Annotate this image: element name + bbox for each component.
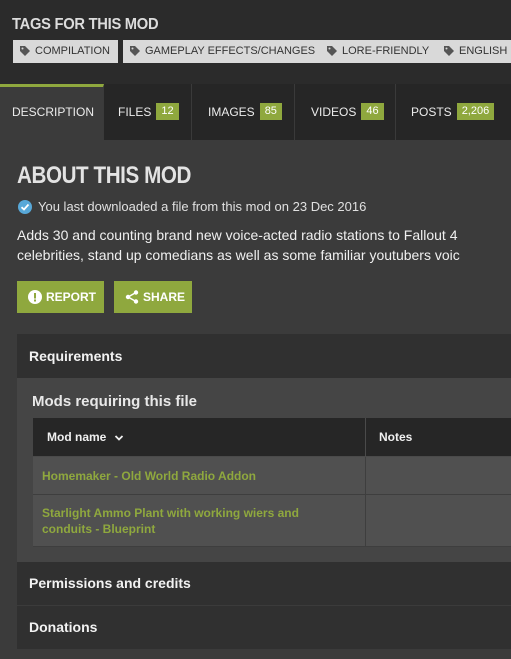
tag-english[interactable]: ENGLISH: [437, 40, 511, 63]
tag-icon: [130, 46, 140, 56]
report-label: REPORT: [46, 290, 97, 304]
mod-link[interactable]: Starlight Ammo Plant with working wiers …: [33, 495, 342, 537]
col-notes: Notes: [379, 430, 413, 444]
requiring-mods-table: Mod name Notes Homemaker - Old World Rad…: [33, 418, 511, 547]
tag-gameplay-effects[interactable]: GAMEPLAY EFFECTS/CHANGES: [123, 40, 324, 63]
mod-link-text: Homemaker - Old World Radio Addon: [42, 469, 257, 483]
tab-description[interactable]: DESCRIPTION: [0, 84, 104, 140]
mod-tabs: DESCRIPTION FILES 12 IMAGES 85 VIDEOS 46 PO…: [0, 84, 511, 140]
tab-label: FILES: [118, 105, 152, 119]
tab-files[interactable]: FILES 12: [104, 84, 192, 140]
tab-label: DESCRIPTION: [12, 105, 95, 119]
share-button[interactable]: SHARE: [114, 281, 192, 313]
report-button[interactable]: REPORT: [17, 281, 104, 313]
tag-label: LORE-FRIENDLY: [342, 45, 430, 57]
permissions-toggle[interactable]: Permissions and credits: [17, 562, 511, 605]
tab-images[interactable]: IMAGES 85: [192, 84, 295, 140]
tag-label: GAMEPLAY EFFECTS/CHANGES: [145, 45, 316, 57]
tag-icon: [444, 46, 454, 56]
alert-icon: [28, 290, 42, 304]
page-title: ABOUT THIS MOD: [17, 162, 192, 189]
col-mod-name[interactable]: Mod name: [47, 418, 124, 456]
column-divider: [365, 495, 366, 546]
share-label: SHARE: [143, 290, 186, 304]
table-row: Starlight Ammo Plant with working wiers …: [33, 495, 511, 547]
tag-compilation[interactable]: COMPILATION: [13, 40, 118, 63]
tag-label: COMPILATION: [35, 45, 110, 57]
tag-icon: [20, 46, 30, 56]
donations-toggle[interactable]: Donations: [17, 606, 511, 649]
check-icon: [18, 199, 32, 214]
download-status: You last downloaded a file from this mod…: [18, 199, 366, 215]
tab-label: VIDEOS: [311, 105, 357, 119]
requirements-toggle[interactable]: Requirements: [17, 334, 511, 378]
column-divider: [365, 457, 366, 494]
download-status-text: You last downloaded a file from this mod…: [38, 199, 367, 214]
tab-label: IMAGES: [208, 105, 255, 119]
tag-icon: [327, 46, 337, 56]
chevron-down-icon: [114, 435, 123, 441]
table-header: Mod name Notes: [33, 418, 511, 457]
mods-requiring-heading: Mods requiring this file: [32, 393, 198, 410]
mod-link-text: conduits - Blueprint: [42, 522, 156, 536]
tag-label: ENGLISH: [459, 45, 508, 57]
tag-lore-friendly[interactable]: LORE-FRIENDLY: [320, 40, 438, 63]
share-icon: [125, 290, 139, 304]
column-divider: [365, 418, 366, 456]
col-mod-name-label: Mod name: [47, 430, 107, 444]
mod-description: Adds 30 and counting brand new voice-act…: [17, 225, 511, 265]
posts-count-badge: 2,206: [456, 103, 495, 121]
mod-link[interactable]: Homemaker - Old World Radio Addon: [33, 457, 342, 484]
description-line: celebrities, stand up comedians as well …: [17, 247, 460, 263]
table-row: Homemaker - Old World Radio Addon: [33, 457, 511, 495]
files-count-badge: 12: [156, 103, 179, 121]
mod-link-text: Starlight Ammo Plant with working wiers …: [42, 506, 299, 520]
tags-title: TAGS FOR THIS MOD: [12, 16, 159, 33]
images-count-badge: 85: [259, 103, 282, 121]
description-line: Adds 30 and counting brand new voice-act…: [17, 227, 458, 243]
videos-count-badge: 46: [361, 103, 384, 121]
tab-label: POSTS: [411, 105, 452, 119]
tab-videos[interactable]: VIDEOS 46: [295, 84, 396, 140]
tags-header: TAGS FOR THIS MOD COMPILATION GAMEPLAY E…: [0, 0, 511, 84]
main-content: ABOUT THIS MOD You last downloaded a fil…: [0, 140, 511, 659]
requirements-panel: Requirements Mods requiring this file Mo…: [17, 334, 511, 563]
tab-posts[interactable]: POSTS 2,206: [396, 84, 511, 140]
